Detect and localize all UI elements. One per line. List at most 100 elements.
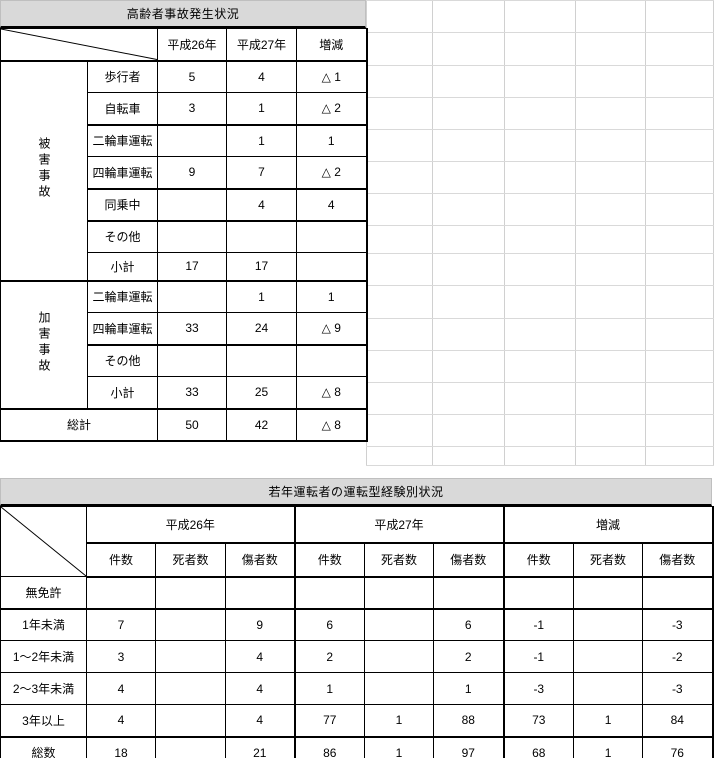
table1-cell-diff: △ 9 — [296, 312, 368, 346]
table1-cell-h26: 33 — [157, 376, 227, 410]
table1-cell-h27: 17 — [226, 252, 297, 282]
table1-total-label: 総計 — [0, 408, 158, 442]
table1-row-name: 小計 — [87, 376, 158, 410]
table2-cell — [573, 576, 644, 610]
table1-col-h26: 平成26年 — [157, 28, 227, 62]
table1-row-name: 小計 — [87, 252, 158, 282]
table-row-total: 総数 18 21 86 1 97 68 1 76 — [0, 736, 714, 758]
table1-row-name: 歩行者 — [87, 60, 158, 93]
table1-cell-h26 — [157, 188, 227, 222]
table1-cell-h27: 24 — [226, 312, 297, 346]
table2-row-name: 2～3年未満 — [0, 672, 87, 705]
table2-cell: 97 — [432, 736, 505, 758]
table2-sub-h26-deaths: 死者数 — [155, 542, 226, 578]
table2-cell: 2 — [432, 640, 505, 673]
table2-cell: 84 — [642, 704, 714, 738]
spreadsheet-page: 高齢者事故発生状況 平成26年 平成27年 増減 被害事故 歩行者 5 4 △ … — [0, 0, 714, 758]
table1-cell-diff — [296, 252, 368, 282]
table1-cell-diff: △ 8 — [296, 376, 368, 410]
table2-cell — [155, 704, 226, 738]
table2-cell: 73 — [503, 704, 575, 738]
table-row: 3年以上 4 4 77 1 88 73 1 84 — [0, 704, 714, 738]
table1-cell-h27 — [226, 220, 297, 253]
table2-sub-diff-count: 件数 — [503, 542, 575, 578]
table2-cell — [432, 576, 505, 610]
table2-cell: 18 — [86, 736, 156, 758]
table1-cell-h27: 25 — [226, 376, 297, 410]
table2-group-h27: 平成27年 — [293, 506, 505, 544]
table2-cell: 6 — [294, 608, 365, 641]
table2-cell — [573, 640, 644, 673]
table1-row-name: その他 — [87, 220, 158, 253]
table2-cell: -3 — [642, 608, 714, 641]
table1-col-diff: 増減 — [296, 28, 368, 62]
table1-cell-h27: 1 — [226, 280, 297, 313]
table2-cell — [642, 576, 714, 610]
table2-cell: -1 — [503, 608, 575, 641]
table1-cell-h26: 9 — [157, 156, 227, 190]
table1-row-name: 同乗中 — [87, 188, 158, 222]
table2-cell: 9 — [225, 608, 296, 641]
table2-cell: 1 — [364, 704, 434, 738]
table2-cell: 1 — [294, 672, 365, 705]
table2-cell — [155, 576, 226, 610]
table1-row-name: 四輪車運転 — [87, 312, 158, 346]
table2-row-name: 3年以上 — [0, 704, 87, 738]
table2-cell: 21 — [225, 736, 296, 758]
table1-corner-cell — [0, 28, 158, 62]
table2-sub-h26-injured: 傷者数 — [225, 542, 296, 578]
table1-title: 高齢者事故発生状況 — [0, 0, 366, 28]
table2-cell — [155, 672, 226, 705]
table2-cell: 4 — [86, 672, 156, 705]
table1-total-h27: 42 — [226, 408, 297, 442]
table2-cell: 77 — [294, 704, 365, 738]
table1-cell-h26: 17 — [157, 252, 227, 282]
table1-cell-diff: △ 2 — [296, 92, 368, 126]
table2-cell — [573, 608, 644, 641]
table-young-drivers: 若年運転者の運転型経験別状況 平成26年 平成27年 増減 件数 死者数 傷者数… — [0, 478, 714, 758]
table1-total-diff: △ 8 — [296, 408, 368, 442]
table1-row-name: 二輪車運転 — [87, 280, 158, 313]
table2-title: 若年運転者の運転型経験別状況 — [0, 478, 712, 506]
table2-cell: 86 — [294, 736, 365, 758]
table2-cell — [155, 608, 226, 641]
table2-cell: 4 — [225, 704, 296, 738]
table2-sub-h27-injured: 傷者数 — [432, 542, 505, 578]
table1-cell-h26 — [157, 344, 227, 377]
table1-cell-h26: 3 — [157, 92, 227, 126]
table1-cell-diff: △ 1 — [296, 60, 368, 93]
table1-group-label-offender: 加害事故 — [0, 280, 88, 410]
table2-sub-h27-deaths: 死者数 — [364, 542, 434, 578]
table2-row-name: 無免許 — [0, 576, 87, 610]
table1-group-label-offender-text: 加害事故 — [37, 311, 51, 375]
table2-group-diff: 増減 — [503, 506, 714, 544]
table1-cell-h26: 33 — [157, 312, 227, 346]
background-grid — [366, 0, 714, 466]
table-row-grandtotal: 総計 50 42 △ 8 — [0, 408, 368, 442]
table2-group-h26: 平成26年 — [86, 506, 296, 544]
table2-cell: 1 — [573, 704, 644, 738]
table2-cell: -3 — [642, 672, 714, 705]
table2-row-name: 1～2年未満 — [0, 640, 87, 673]
table2-cell: 6 — [432, 608, 505, 641]
table1-header-row: 平成26年 平成27年 増減 — [0, 28, 368, 62]
table2-cell — [294, 576, 365, 610]
table2-sub-h26-count: 件数 — [86, 542, 156, 578]
table1-cell-h27 — [226, 344, 297, 377]
table2-cell — [364, 576, 434, 610]
table2-sub-diff-deaths: 死者数 — [573, 542, 644, 578]
table2-sub-header-row: 件数 死者数 傷者数 件数 死者数 傷者数 件数 死者数 傷者数 — [1, 542, 714, 578]
table2-cell — [225, 576, 296, 610]
table2-cell — [364, 608, 434, 641]
table1-cell-diff: △ 2 — [296, 156, 368, 190]
table2-cell: 1 — [573, 736, 644, 758]
table2-grid: 平成26年 平成27年 増減 件数 死者数 傷者数 件数 死者数 傷者数 件数 … — [0, 506, 714, 758]
table2-cell: -3 — [503, 672, 575, 705]
table1-cell-h27: 4 — [226, 60, 297, 93]
table2-cell — [155, 640, 226, 673]
table1-cell-h27: 1 — [226, 92, 297, 126]
table1-cell-h26 — [157, 280, 227, 313]
table2-cell: -2 — [642, 640, 714, 673]
table1-row-name: その他 — [87, 344, 158, 377]
table2-cell — [364, 672, 434, 705]
